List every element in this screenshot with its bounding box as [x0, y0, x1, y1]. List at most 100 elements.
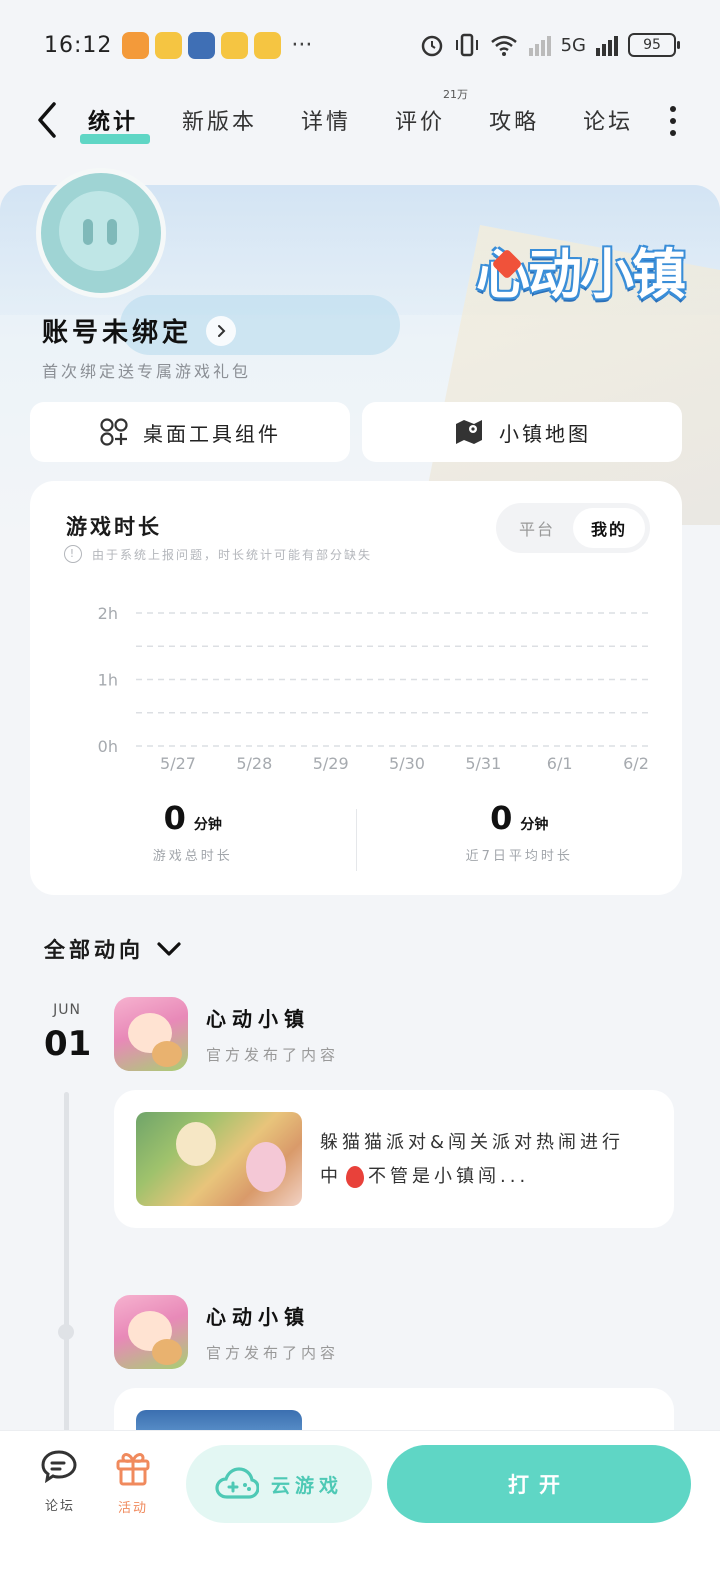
desktop-widget-button[interactable]: 桌面工具组件 — [30, 402, 350, 462]
post-card[interactable]: 躲猫猫派对&闯关派对热闹进行中 不管是小镇闯... — [114, 1090, 674, 1228]
cloud-game-button[interactable]: 云游戏 — [186, 1445, 372, 1523]
notification-app-icon — [254, 31, 282, 59]
tab-reviews[interactable]: 评价 21万 — [395, 88, 468, 136]
play-time-note: ! 由于系统上报问题，时长统计可能有部分缺失 — [64, 545, 372, 563]
timeline-line — [64, 1092, 69, 1432]
post-author: 心动小镇 — [206, 1007, 310, 1031]
play-time-totals: 0 分钟 游戏总时长 0 分钟 近7日平均时长 — [30, 799, 682, 879]
alarm-icon — [421, 35, 442, 57]
tab-guides[interactable]: 攻略 — [489, 104, 539, 136]
chart-x-tick-label: 5/30 — [389, 754, 425, 771]
avatar[interactable] — [36, 168, 166, 298]
tab-details[interactable]: 详情 — [301, 104, 351, 136]
chart-y-tick-label: 2h — [98, 604, 118, 623]
notification-app-icon — [155, 31, 183, 59]
game-avatar — [114, 1295, 188, 1369]
more-menu-icon[interactable] — [668, 106, 678, 136]
post-header[interactable]: 心动小镇 官方发布了内容 — [114, 997, 339, 1071]
battery-icon: 95 — [628, 33, 680, 57]
balloon-icon — [346, 1166, 364, 1188]
toggle-platform[interactable]: 平台 — [501, 508, 573, 548]
gift-icon — [116, 1453, 150, 1486]
post-header[interactable]: 心动小镇 官方发布了内容 — [114, 1295, 339, 1369]
chart-x-tick-label: 5/31 — [465, 754, 501, 771]
forum-button[interactable]: 论坛 — [30, 1449, 90, 1514]
post-text: 躲猫猫派对&闯关派对热闹进行中 不管是小镇闯... — [320, 1126, 640, 1194]
play-time-title: 游戏时长 — [66, 515, 162, 539]
notification-app-icon — [221, 31, 249, 59]
signal-5g-icon — [596, 36, 618, 56]
reviews-count-badge: 21万 — [443, 88, 469, 101]
post-author: 心动小镇 — [206, 1305, 310, 1329]
notification-app-icon — [188, 31, 216, 59]
chart-x-tick-label: 6/2 — [623, 754, 649, 771]
timeline-dot — [58, 1324, 74, 1340]
status-bar: 16:12 ··· 5G 95 — [0, 0, 720, 90]
feed-filter-label: 全部动向 — [44, 938, 144, 962]
chart-x-tick-label: 5/27 — [160, 754, 196, 771]
back-arrow-icon[interactable] — [30, 98, 66, 142]
tab-bar: 统计 新版本 详情 评价 21万 攻略 论坛 — [79, 88, 677, 150]
status-time: 16:12 — [44, 32, 113, 58]
forum-chat-icon — [41, 1450, 77, 1484]
chevron-right-icon — [206, 315, 237, 346]
feed-filter-dropdown[interactable]: 全部动向 — [44, 934, 182, 964]
cloud-gamepad-icon — [215, 1467, 259, 1499]
notification-icons — [122, 31, 282, 59]
post-text-tail: 不管是小镇闯... — [368, 1166, 530, 1187]
map-pin-icon — [456, 420, 482, 444]
account-bind-link[interactable]: 账号未绑定 — [42, 312, 237, 349]
wifi-icon — [490, 35, 517, 56]
total-play-time-label: 游戏总时长 — [152, 849, 233, 864]
signal-icon — [528, 36, 551, 56]
open-game-button[interactable]: 打开 — [387, 1445, 691, 1523]
chart-y-tick-label: 1h — [98, 671, 118, 690]
play-time-card: 游戏时长 ! 由于系统上报问题，时长统计可能有部分缺失 平台 我的 0h 1h 2h… — [30, 481, 682, 895]
chart-x-tick-label: 6/1 — [547, 754, 573, 771]
chart-x-tick-label: 5/29 — [313, 754, 349, 771]
chevron-down-icon — [157, 942, 181, 956]
tab-reviews-label: 评价 — [395, 110, 446, 135]
town-map-label: 小镇地图 — [499, 421, 591, 446]
cloud-game-label: 云游戏 — [270, 1474, 343, 1497]
play-time-chart: 0h 1h 2h 5/27 5/28 5/29 5/30 5/31 6/1 6/2 — [98, 604, 650, 771]
avg-play-time-unit: 分钟 — [520, 817, 549, 833]
total-play-time: 0 分钟 游戏总时长 — [30, 799, 356, 879]
tab-new-version[interactable]: 新版本 — [182, 104, 257, 136]
avg-play-time: 0 分钟 近7日平均时长 — [357, 799, 683, 879]
network-5g-label: 5G — [560, 34, 586, 56]
info-icon: ! — [64, 545, 82, 563]
system-icons: 5G 95 — [419, 32, 680, 58]
widget-grid-icon — [100, 418, 128, 446]
town-map-button[interactable]: 小镇地图 — [362, 402, 682, 462]
tab-stats[interactable]: 统计 — [79, 104, 151, 144]
account-title: 账号未绑定 — [42, 318, 193, 348]
vibrate-icon — [455, 33, 478, 57]
post-action: 官方发布了内容 — [206, 1046, 340, 1064]
post-action: 官方发布了内容 — [206, 1344, 340, 1362]
chart-y-tick-label: 0h — [98, 737, 118, 756]
total-play-time-unit: 分钟 — [193, 817, 222, 833]
activity-label: 活动 — [117, 1501, 148, 1516]
stats-source-toggle: 平台 我的 — [496, 503, 650, 553]
total-play-time-value: 0 — [163, 799, 186, 837]
feed-date-month: JUN — [53, 1002, 81, 1018]
play-time-note-text: 由于系统上报问题，时长统计可能有部分缺失 — [92, 547, 373, 562]
game-avatar — [114, 997, 188, 1071]
chart-x-tick-label: 5/28 — [236, 754, 272, 771]
desktop-widget-label: 桌面工具组件 — [143, 421, 281, 446]
feed-date-day: 01 — [44, 1024, 92, 1064]
forum-label: 论坛 — [44, 1499, 75, 1514]
tab-forum[interactable]: 论坛 — [583, 104, 633, 136]
account-subtitle: 首次绑定送专属游戏礼包 — [42, 362, 252, 381]
top-nav: 统计 新版本 详情 评价 21万 攻略 论坛 — [0, 88, 720, 150]
more-notifications-icon: ··· — [291, 32, 313, 58]
post-thumbnail — [136, 1112, 302, 1206]
bottom-bar: 论坛 活动 云游戏 打开 — [0, 1430, 720, 1584]
notification-app-icon — [122, 31, 150, 59]
shortcut-row: 桌面工具组件 小镇地图 — [30, 402, 682, 462]
avg-play-time-value: 0 — [490, 799, 513, 837]
avg-play-time-label: 近7日平均时长 — [465, 849, 573, 864]
activity-button[interactable]: 活动 — [103, 1449, 163, 1516]
toggle-mine[interactable]: 我的 — [573, 508, 645, 548]
